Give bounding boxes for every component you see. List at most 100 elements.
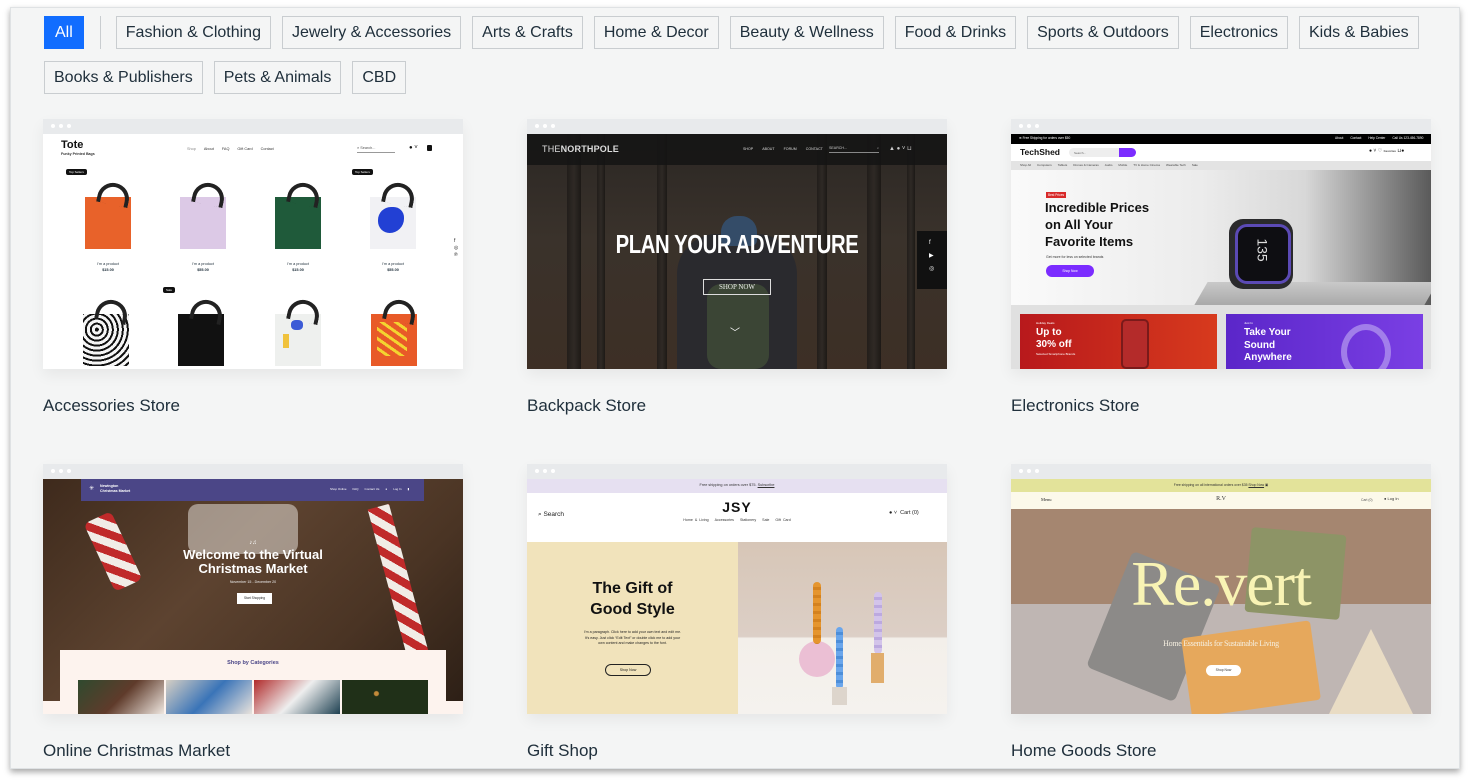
preview-headline: Incredible Prices on All Your Favorite Ite… bbox=[1045, 200, 1150, 249]
preview-nav-item: Shop bbox=[187, 147, 196, 151]
template-thumbnail[interactable]: THENORTHPOLE SHOP ABOUT FORUM CONTACT SE… bbox=[527, 119, 947, 369]
product-name: I'm a product bbox=[97, 262, 119, 266]
preview-search: SEARCH... ⌕ bbox=[829, 146, 879, 153]
preview-login: ● Log In bbox=[1384, 496, 1399, 501]
preview-announcement: Free shipping on all international order… bbox=[1173, 483, 1269, 487]
product-name: I'm a product bbox=[192, 262, 214, 266]
preview-cta: Shop Now bbox=[1206, 665, 1241, 676]
browser-bar bbox=[1011, 119, 1431, 134]
preview-brand: Newington Christmas Market bbox=[100, 484, 131, 493]
preview-candle-holder bbox=[871, 653, 884, 683]
preview-wrapping-roll bbox=[367, 503, 431, 665]
preview-brand: JSY bbox=[722, 499, 752, 515]
preview-category-image bbox=[342, 680, 428, 714]
filter-books-publishers[interactable]: Books & Publishers bbox=[44, 61, 203, 94]
filter-beauty-wellness[interactable]: Beauty & Wellness bbox=[729, 16, 884, 49]
template-card-backpack[interactable]: THENORTHPOLE SHOP ABOUT FORUM CONTACT SE… bbox=[527, 119, 947, 416]
filter-fashion-clothing[interactable]: Fashion & Clothing bbox=[115, 16, 271, 49]
preview-nav-item: CONTACT bbox=[805, 147, 823, 151]
filter-all[interactable]: All bbox=[44, 16, 84, 49]
filter-pets-animals[interactable]: Pets & Animals bbox=[213, 61, 342, 94]
filter-food-drinks[interactable]: Food & Drinks bbox=[894, 16, 1017, 49]
template-title[interactable]: Home Goods Store bbox=[1011, 741, 1431, 761]
preview-badge: Top Sellers bbox=[352, 169, 373, 175]
window-dots-icon bbox=[535, 469, 555, 473]
site-preview-jsy: Free shipping on orders over $75. Subscr… bbox=[527, 479, 947, 714]
preview-dates: November 15 - December 20 bbox=[229, 580, 277, 584]
filter-electronics[interactable]: Electronics bbox=[1189, 16, 1288, 49]
preview-brand: TechShed bbox=[1020, 147, 1060, 157]
preview-candle-holder bbox=[832, 687, 847, 705]
preview-promo-headline: Take Your Sound Anywhere bbox=[1244, 327, 1292, 363]
preview-hero-left bbox=[527, 542, 738, 714]
preview-nav-item: ABOUT bbox=[762, 147, 775, 151]
browser-bar bbox=[527, 464, 947, 479]
filter-kids-babies[interactable]: Kids & Babies bbox=[1299, 16, 1419, 49]
preview-brand: Tote bbox=[61, 139, 84, 151]
preview-search-placeholder: Search... bbox=[360, 146, 376, 150]
preview-headline: Welcome to the Virtual Christmas Market bbox=[183, 547, 323, 576]
template-thumbnail[interactable]: Tote Funky Printed Bags Shop About FAQ G… bbox=[43, 119, 463, 369]
preview-nav-item: About bbox=[203, 147, 214, 151]
preview-promo-kicker: Just In bbox=[1244, 321, 1253, 325]
filter-home-decor[interactable]: Home & Decor bbox=[593, 16, 719, 49]
preview-category-image bbox=[78, 680, 164, 714]
template-card-gift-shop[interactable]: Free shipping on orders over $75. Subscr… bbox=[527, 464, 947, 761]
template-card-accessories[interactable]: Tote Funky Printed Bags Shop About FAQ G… bbox=[43, 119, 463, 416]
preview-subline: Get more for less on selected brands bbox=[1046, 255, 1104, 259]
product-image bbox=[180, 179, 227, 249]
filter-arts-crafts[interactable]: Arts & Crafts bbox=[472, 16, 583, 49]
template-thumbnail[interactable]: Free shipping on all international order… bbox=[1011, 464, 1431, 714]
site-preview-northpole: THENORTHPOLE SHOP ABOUT FORUM CONTACT SE… bbox=[527, 134, 947, 369]
preview-cta: Shop Now bbox=[605, 664, 651, 676]
product-image bbox=[371, 296, 418, 366]
filter-row-1: All Fashion & Clothing Jewelry & Accesso… bbox=[44, 16, 1434, 49]
product-price: $15.00 bbox=[292, 268, 304, 272]
preview-headline: Re.vert bbox=[1131, 548, 1312, 619]
product-price: $15.00 bbox=[102, 268, 114, 272]
preview-nav: Shop About FAQ Gift Card Contact bbox=[187, 147, 274, 151]
templates-gallery: All Fashion & Clothing Jewelry & Accesso… bbox=[10, 7, 1460, 769]
preview-paragraph: I'm a paragraph. Click here to add your … bbox=[583, 630, 682, 645]
filter-sports-outdoors[interactable]: Sports & Outdoors bbox=[1027, 16, 1179, 49]
preview-nav-item: Contact bbox=[260, 147, 274, 151]
template-title[interactable]: Online Christmas Market bbox=[43, 741, 463, 761]
preview-header-icons: ● ˅ ♡ Favorites ⊔● bbox=[1369, 148, 1405, 154]
window-dots-icon bbox=[1019, 469, 1039, 473]
preview-category-image bbox=[166, 680, 252, 714]
preview-headline: The Gift of Good Style bbox=[590, 580, 675, 618]
preview-header-icons: ▲ ● ˅ ⊔ bbox=[889, 146, 912, 152]
preview-sphere bbox=[799, 641, 835, 677]
preview-section-title: Shop by Categories bbox=[227, 660, 279, 666]
preview-tagline: Funky Printed Bags bbox=[61, 152, 95, 156]
template-thumbnail[interactable]: ⊕ Free Shipping for orders over $50 Abou… bbox=[1011, 119, 1431, 369]
template-thumbnail[interactable]: Free shipping on orders over $75. Subscr… bbox=[527, 464, 947, 714]
filter-divider bbox=[99, 16, 101, 49]
scroll-chevron-icon: ﹀ bbox=[730, 328, 740, 339]
preview-laptop bbox=[1194, 282, 1431, 305]
browser-bar bbox=[43, 464, 463, 479]
template-title[interactable]: Gift Shop bbox=[527, 741, 947, 761]
template-title[interactable]: Electronics Store bbox=[1011, 396, 1431, 416]
template-card-electronics[interactable]: ⊕ Free Shipping for orders over $50 Abou… bbox=[1011, 119, 1431, 416]
preview-bag-icon bbox=[427, 145, 432, 151]
preview-category-image bbox=[254, 680, 340, 714]
preview-social-icons: f ◎ ℗ bbox=[454, 238, 459, 258]
preview-nav-item: FORUM bbox=[783, 147, 797, 151]
preview-social-icons: f ▶ ◎ bbox=[929, 240, 935, 272]
window-dots-icon bbox=[51, 124, 71, 128]
preview-topbar-text: ⊕ Free Shipping for orders over $50 bbox=[1019, 136, 1071, 140]
preview-badge: Sale bbox=[163, 287, 176, 293]
template-thumbnail[interactable]: ✳ Newington Christmas Market Shop Online F… bbox=[43, 464, 463, 714]
template-title[interactable]: Accessories Store bbox=[43, 396, 463, 416]
template-title[interactable]: Backpack Store bbox=[527, 396, 947, 416]
preview-brand: THENORTHPOLE bbox=[542, 144, 619, 154]
template-card-home-goods[interactable]: Free shipping on all international order… bbox=[1011, 464, 1431, 761]
template-card-christmas-market[interactable]: ✳ Newington Christmas Market Shop Online F… bbox=[43, 464, 463, 761]
filter-cbd[interactable]: CBD bbox=[352, 61, 407, 94]
preview-account-cart: ● ˅ Cart (0) bbox=[889, 510, 919, 516]
filter-jewelry-accessories[interactable]: Jewelry & Accessories bbox=[281, 16, 462, 49]
preview-account-icon: ● ˅ bbox=[409, 145, 418, 151]
site-preview-tote: Tote Funky Printed Bags Shop About FAQ G… bbox=[43, 134, 463, 369]
browser-bar bbox=[43, 119, 463, 134]
